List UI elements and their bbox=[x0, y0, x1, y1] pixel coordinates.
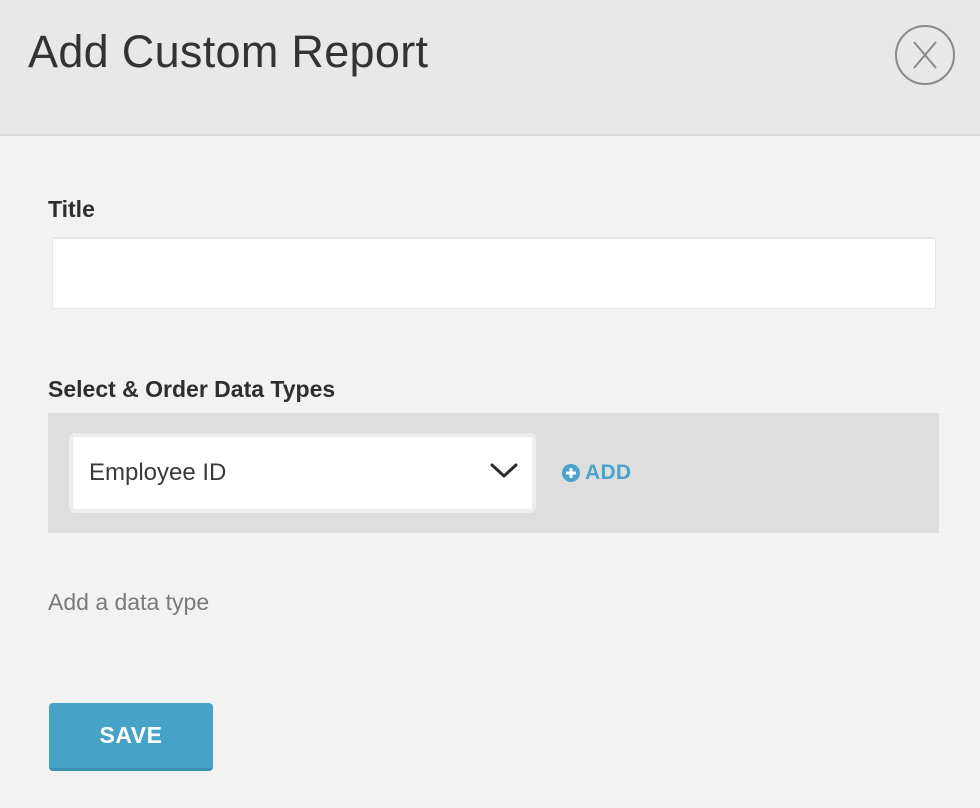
close-icon bbox=[913, 41, 937, 69]
title-input[interactable] bbox=[52, 237, 936, 309]
chevron-down-icon bbox=[490, 463, 518, 478]
close-button[interactable] bbox=[895, 25, 955, 85]
save-button[interactable]: SAVE bbox=[49, 703, 213, 771]
modal-title: Add Custom Report bbox=[28, 26, 429, 77]
data-types-label: Select & Order Data Types bbox=[48, 376, 336, 402]
add-data-type-button[interactable]: ADD bbox=[561, 461, 631, 485]
modal-header: Add Custom Report bbox=[0, 0, 980, 136]
add-data-type-helper: Add a data type bbox=[48, 589, 210, 615]
title-label: Title bbox=[48, 196, 95, 222]
add-custom-report-modal: Add Custom Report Title Select & Order D… bbox=[0, 0, 980, 808]
add-label: ADD bbox=[585, 461, 632, 484]
data-type-select[interactable]: Employee ID bbox=[69, 433, 536, 513]
data-type-selected-value: Employee ID bbox=[89, 459, 227, 486]
plus-circle-icon bbox=[562, 464, 580, 482]
data-type-row: Employee ID ADD bbox=[48, 413, 939, 533]
